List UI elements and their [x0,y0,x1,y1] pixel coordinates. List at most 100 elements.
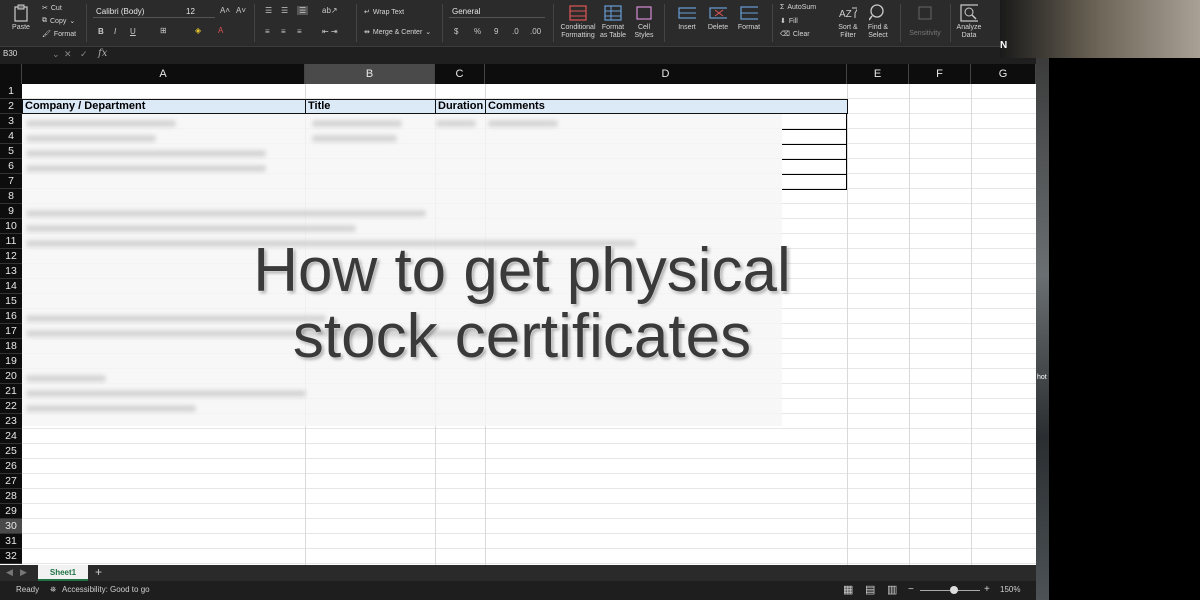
column-header-d[interactable]: D [485,64,847,84]
clear-button[interactable]: ⌫ Clear [780,30,810,39]
font-size-dropdown[interactable]: 12 [183,6,215,18]
wrap-text-button[interactable]: ↵ Wrap Text [364,8,404,17]
italic-button[interactable]: I [114,27,116,36]
row-header[interactable]: 7 [0,174,22,189]
percent-button[interactable]: % [474,27,481,36]
row-header[interactable]: 5 [0,144,22,159]
comma-button[interactable]: 9 [494,27,498,36]
row-header[interactable]: 31 [0,534,22,549]
row-header[interactable]: 10 [0,219,22,234]
cancel-icon[interactable]: ✕ [64,49,72,60]
row-header[interactable]: 19 [0,354,22,369]
find-select-button[interactable]: Find & Select [864,0,892,40]
name-box-chevron-icon[interactable]: ⌄ [52,49,60,60]
currency-button[interactable]: $ [454,27,458,36]
confirm-icon[interactable]: ✓ [80,49,88,60]
page-layout-icon[interactable]: ▤ [865,583,875,596]
row-header[interactable]: 12 [0,249,22,264]
sheet-tab[interactable]: Sheet1 [38,565,88,581]
row-header[interactable]: 28 [0,489,22,504]
row-header[interactable]: 4 [0,129,22,144]
decrease-font-icon[interactable]: A˅ [236,6,246,15]
row-header[interactable]: 6 [0,159,22,174]
row-header[interactable]: 27 [0,474,22,489]
column-header-f[interactable]: F [909,64,971,84]
analyze-data-button[interactable]: Analyze Data [954,0,984,40]
normal-view-icon[interactable]: ▦ [843,583,853,596]
underline-button[interactable]: U [130,27,136,36]
row-header[interactable]: 30 [0,519,22,534]
row-header[interactable]: 15 [0,294,22,309]
page-break-icon[interactable]: ▥ [887,583,897,596]
add-sheet-button[interactable]: + [95,565,102,579]
fill-color-icon[interactable]: ◈ [195,26,201,35]
row-header[interactable]: 22 [0,399,22,414]
indent-icon[interactable]: ⇤ ⇥ [322,27,338,36]
zoom-in-button[interactable]: + [984,584,990,595]
format-painter-button[interactable]: 🖌 Format [42,30,76,39]
align-right-icon[interactable]: ≡ [297,27,302,36]
column-header-a[interactable]: A [22,64,305,84]
column-header-c[interactable]: C [435,64,485,84]
cell-styles-button[interactable]: Cell Styles [630,0,658,40]
copy-button[interactable]: ⧉ Copy ⌄ [42,17,75,25]
row-header[interactable]: 16 [0,309,22,324]
sort-filter-button[interactable]: AZ Sort & Filter [834,0,862,40]
fx-icon[interactable]: fx [98,48,107,59]
header-comments[interactable]: Comments [485,99,848,114]
increase-decimal-icon[interactable]: .0 [512,27,519,36]
row-header[interactable]: 13 [0,264,22,279]
paste-button[interactable]: Paste [6,0,36,32]
sensitivity-button[interactable]: Sensitivity [904,0,946,38]
row-header[interactable]: 25 [0,444,22,459]
merge-center-button[interactable]: ⇹ Merge & Center ⌄ [364,28,431,37]
align-middle-icon[interactable]: ☰ [281,6,288,15]
formula-input[interactable] [112,48,1032,62]
borders-icon[interactable]: ⊞ [160,26,167,35]
delete-cells-button[interactable]: Delete [703,0,733,32]
zoom-slider-handle[interactable] [950,586,958,594]
column-header-g[interactable]: G [971,64,1036,84]
cut-button[interactable]: ✂ Cut [42,4,62,13]
row-header[interactable]: 8 [0,189,22,204]
row-header[interactable]: 18 [0,339,22,354]
increase-font-icon[interactable]: A˄ [220,6,230,15]
row-header[interactable]: 14 [0,279,22,294]
header-duration[interactable]: Duration [435,99,486,114]
align-bottom-icon[interactable]: ☰ [297,6,309,15]
row-header[interactable]: 24 [0,429,22,444]
row-header[interactable]: 3 [0,114,22,129]
row-header[interactable]: 20 [0,369,22,384]
row-header[interactable]: 32 [0,549,22,564]
row-header[interactable]: 9 [0,204,22,219]
zoom-level[interactable]: 150% [1000,585,1020,594]
number-format-dropdown[interactable]: General [449,6,545,18]
autosum-button[interactable]: Σ AutoSum [780,4,816,11]
fill-button[interactable]: ⬇ Fill [780,17,798,26]
name-box[interactable]: B30 [3,49,49,61]
row-header[interactable]: 2 [0,99,22,114]
row-header[interactable]: 11 [0,234,22,249]
column-header-b[interactable]: B [305,64,435,84]
format-cells-button[interactable]: Format [734,0,764,32]
row-header[interactable]: 23 [0,414,22,429]
header-company[interactable]: Company / Department [22,99,306,114]
prev-sheet-icon[interactable]: ◀ [6,567,13,578]
format-as-table-button[interactable]: Format as Table [598,0,628,40]
accessibility-status[interactable]: Accessibility: Good to go [62,585,150,594]
bold-button[interactable]: B [98,27,104,36]
align-left-icon[interactable]: ≡ [265,27,270,36]
select-all-corner[interactable] [0,64,22,84]
row-header[interactable]: 29 [0,504,22,519]
align-top-icon[interactable]: ☰ [265,6,272,15]
row-header[interactable]: 1 [0,84,22,99]
conditional-formatting-button[interactable]: Conditional Formatting [558,0,598,40]
font-name-dropdown[interactable]: Calibri (Body) [93,6,183,18]
row-header[interactable]: 21 [0,384,22,399]
decrease-decimal-icon[interactable]: .00 [530,27,541,36]
row-header[interactable]: 26 [0,459,22,474]
header-title[interactable]: Title [305,99,436,114]
orientation-icon[interactable]: ab↗ [322,6,338,15]
column-header-e[interactable]: E [847,64,909,84]
insert-cells-button[interactable]: Insert [672,0,702,32]
